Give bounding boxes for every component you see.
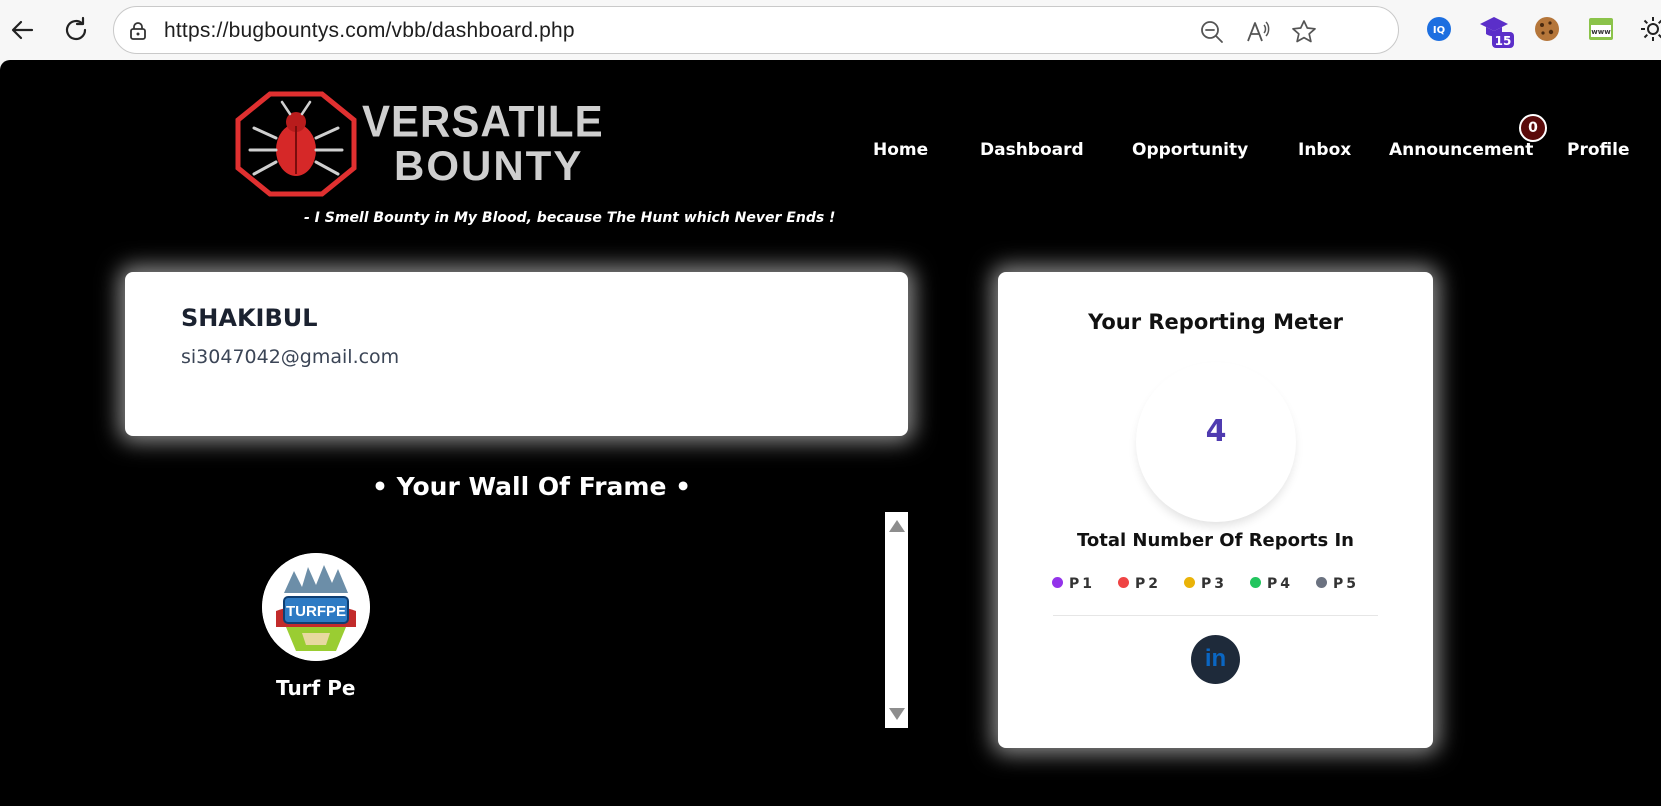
legend-dot-icon [1184, 577, 1195, 588]
user-name: SHAKIBUL [181, 304, 318, 332]
company-name[interactable]: Turf Pe [276, 676, 355, 700]
legend-dot-icon [1052, 577, 1063, 588]
nav-dashboard[interactable]: Dashboard [980, 140, 1084, 160]
user-email: si3047042@gmail.com [181, 346, 400, 368]
reporting-meter-card: Your Reporting Meter 4 Total Number Of R… [998, 272, 1433, 748]
page-body: VERSATILE BOUNTY - I Smell Bounty in My … [0, 60, 1661, 806]
extension-graduation-icon[interactable]: 15 [1478, 12, 1514, 48]
main-nav: Home Dashboard Opportunity Inbox Announc… [0, 140, 1661, 170]
legend-dot-icon [1118, 577, 1129, 588]
report-count: 4 [1205, 414, 1227, 449]
settings-gear-icon[interactable] [1638, 14, 1661, 44]
turfpe-logo-icon: TURFPE [262, 553, 370, 661]
legend-dot-icon [1250, 577, 1261, 588]
nav-inbox[interactable]: Inbox [1298, 140, 1351, 160]
extension-www-icon[interactable]: www [1586, 14, 1616, 44]
meter-divider [1053, 615, 1378, 616]
read-aloud-icon[interactable] [1245, 19, 1271, 45]
meter-circle: 4 [1136, 362, 1296, 522]
address-bar[interactable]: https://bugbountys.com/vbb/dashboard.php [113, 6, 1399, 54]
extension-iq-icon[interactable]: IQ [1424, 14, 1454, 44]
legend-item-p1: P1 [1052, 576, 1095, 592]
favorite-star-icon[interactable] [1291, 19, 1317, 45]
nav-opportunity[interactable]: Opportunity [1132, 140, 1248, 160]
lock-icon[interactable] [128, 21, 148, 41]
extension-badge: 15 [1495, 34, 1512, 48]
nav-profile[interactable]: Profile [1567, 140, 1629, 160]
svg-text:www: www [1591, 28, 1611, 36]
brand-tagline: - I Smell Bounty in My Blood, because Th… [304, 210, 836, 226]
legend-item-p4: P4 [1250, 576, 1293, 592]
priority-legend: P1 P2 P3 P4 P5 [1052, 576, 1382, 598]
announcement-count-badge[interactable]: 0 [1519, 114, 1547, 142]
back-icon[interactable] [6, 14, 38, 46]
nav-announcement[interactable]: Announcement [1389, 140, 1533, 160]
scroll-up-arrow-icon[interactable] [889, 520, 905, 532]
legend-item-p5: P5 [1316, 576, 1359, 592]
svg-text:IQ: IQ [1433, 25, 1445, 36]
legend-item-p3: P3 [1184, 576, 1227, 592]
url-text[interactable]: https://bugbountys.com/vbb/dashboard.php [164, 19, 575, 43]
browser-toolbar: https://bugbountys.com/vbb/dashboard.php… [0, 0, 1661, 60]
legend-item-p2: P2 [1118, 576, 1161, 592]
extension-cookie-icon[interactable] [1532, 14, 1562, 44]
scroll-down-arrow-icon[interactable] [889, 708, 905, 720]
meter-subtitle: Total Number Of Reports In [1076, 530, 1354, 551]
meter-title: Your Reporting Meter [1088, 310, 1343, 334]
profile-card: SHAKIBUL si3047042@gmail.com [125, 272, 908, 436]
nav-home[interactable]: Home [873, 140, 928, 160]
legend-dot-icon [1316, 577, 1327, 588]
company-logo-turfpe[interactable]: TURFPE [262, 553, 370, 661]
wall-scrollbar[interactable] [885, 512, 908, 728]
refresh-icon[interactable] [60, 14, 92, 46]
linkedin-icon[interactable]: in [1191, 635, 1240, 684]
zoom-out-icon[interactable] [1199, 19, 1225, 45]
wall-of-frame-title: • Your Wall Of Frame • [372, 472, 692, 501]
turfpe-logo-text: TURFPE [286, 603, 346, 620]
